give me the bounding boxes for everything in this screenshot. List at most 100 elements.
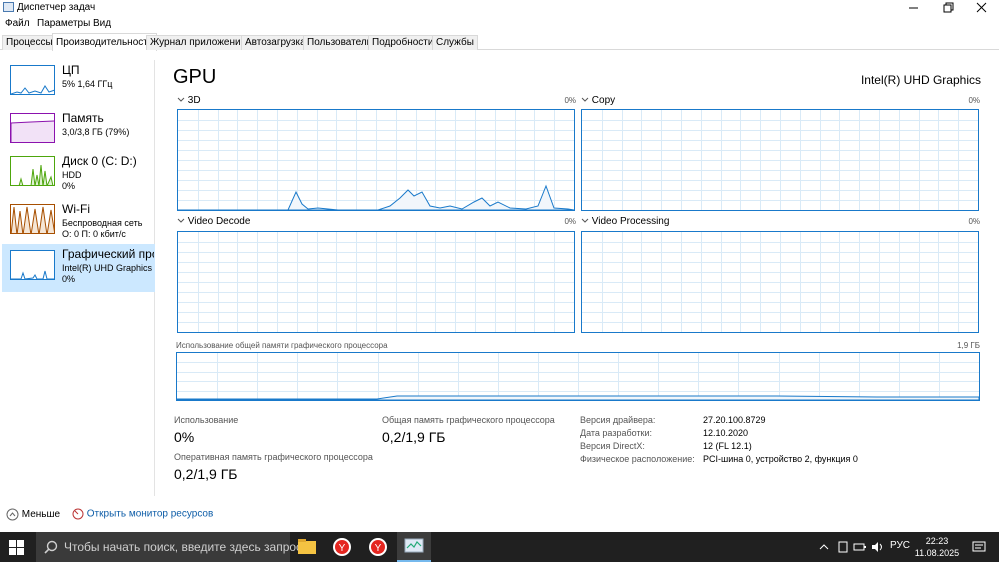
shared-memory-label: Общая память графического процессора bbox=[382, 415, 555, 425]
minimize-icon bbox=[909, 7, 918, 9]
gpu-model-label: Intel(R) UHD Graphics bbox=[62, 263, 153, 273]
tray-show-hidden-icons[interactable] bbox=[818, 540, 830, 558]
physical-location-label: Физическое расположение: bbox=[580, 454, 695, 464]
wifi-name: Wi-Fi bbox=[62, 202, 90, 216]
window-title: Диспетчер задач bbox=[17, 2, 96, 13]
physical-location-value: PCI-шина 0, устройство 2, функция 0 bbox=[703, 454, 858, 464]
engine-copy-label[interactable]: Copy bbox=[581, 95, 615, 106]
memory-name: Память bbox=[62, 111, 104, 125]
driver-date-label: Дата разработки: bbox=[580, 428, 653, 438]
tab-app-history[interactable]: Журнал приложений bbox=[146, 35, 251, 50]
engine-video-processing-name: Video Processing bbox=[591, 216, 670, 227]
tray-language[interactable]: РУС bbox=[890, 540, 910, 551]
windows-logo-icon bbox=[9, 540, 24, 555]
memory-thumbnail-graph bbox=[10, 113, 55, 143]
engine-video-processing-label[interactable]: Video Processing bbox=[581, 216, 669, 227]
tray-clock[interactable]: 22:23 11.08.2025 bbox=[914, 535, 960, 559]
menu-file[interactable]: Файл bbox=[5, 18, 30, 29]
task-manager-icon bbox=[404, 538, 424, 553]
gpu-model: Intel(R) UHD Graphics bbox=[860, 73, 981, 87]
start-button[interactable] bbox=[9, 540, 24, 560]
dedicated-memory-value: 0,2/1,9 ГБ bbox=[174, 466, 238, 482]
driver-version-value: 27.20.100.8729 bbox=[703, 415, 766, 425]
sidebar-item-gpu[interactable]: Графический процессор 0 Intel(R) UHD Gra… bbox=[2, 244, 155, 292]
fewer-details-label: Меньше bbox=[21, 509, 61, 521]
wifi-thumbnail-graph bbox=[10, 204, 55, 234]
engine-3d-percent: 0% bbox=[564, 96, 576, 105]
disk-thumbnail-graph bbox=[10, 156, 55, 186]
shared-memory-graph bbox=[176, 352, 980, 401]
close-icon bbox=[976, 2, 987, 13]
sidebar-item-memory[interactable]: Память 3,0/3,8 ГБ (79%) bbox=[2, 108, 155, 156]
sidebar-item-cpu[interactable]: ЦП 5% 1,64 ГГц bbox=[2, 60, 155, 108]
chevron-down-icon bbox=[177, 219, 185, 224]
engine-video-decode-label[interactable]: Video Decode bbox=[177, 216, 250, 227]
task-manager-window: Диспетчер задач Файл Параметры Вид Проце… bbox=[0, 0, 999, 562]
tab-startup[interactable]: Автозагрузка bbox=[241, 35, 310, 50]
yandex-browser-icon: Y bbox=[333, 538, 351, 556]
clock-date: 11.08.2025 bbox=[914, 548, 960, 558]
chevron-down-icon bbox=[581, 219, 589, 224]
wifi-type: Беспроводная сеть bbox=[62, 218, 143, 228]
engine-video-decode-name: Video Decode bbox=[187, 216, 251, 227]
menu-view[interactable]: Вид bbox=[93, 18, 111, 29]
taskbar-yandex-browser[interactable]: Y bbox=[325, 532, 359, 562]
cpu-name: ЦП bbox=[62, 63, 80, 77]
resource-monitor-link[interactable]: Открыть монитор ресурсов bbox=[72, 508, 213, 520]
driver-date-value: 12.10.2020 bbox=[703, 428, 749, 438]
fewer-details-button[interactable]: Меньше bbox=[6, 508, 60, 521]
chevron-down-icon bbox=[177, 98, 185, 103]
engine-3d-label[interactable]: 3D bbox=[177, 95, 201, 106]
directx-version-value: 12 (FL 12.1) bbox=[703, 441, 752, 451]
speaker-icon bbox=[872, 542, 882, 552]
tab-processes[interactable]: Процессы bbox=[2, 35, 57, 50]
engine-video-processing-percent: 0% bbox=[968, 217, 980, 226]
page-title: GPU bbox=[173, 66, 217, 88]
restore-icon bbox=[943, 2, 954, 13]
resource-monitor-icon bbox=[72, 508, 84, 520]
search-icon bbox=[44, 540, 58, 554]
tab-users[interactable]: Пользователи bbox=[303, 35, 377, 50]
chevron-up-icon bbox=[819, 544, 829, 550]
usage-value: 0% bbox=[174, 429, 195, 445]
tab-details[interactable]: Подробности bbox=[368, 35, 438, 50]
sidebar-item-wifi[interactable]: Wi-Fi Беспроводная сеть О: 0 П: 0 кбит/с bbox=[2, 199, 155, 247]
bottom-bar: Меньше Открыть монитор ресурсов bbox=[0, 504, 999, 526]
engine-copy-plot bbox=[582, 110, 978, 210]
engine-copy-name: Copy bbox=[591, 95, 616, 106]
gpu-thumbnail-graph bbox=[10, 250, 55, 280]
sidebar-item-disk[interactable]: Диск 0 (C: D:) HDD 0% bbox=[2, 151, 155, 199]
taskbar-file-explorer[interactable] bbox=[290, 532, 324, 562]
tab-performance[interactable]: Производительность bbox=[52, 33, 158, 51]
taskbar-yandex-browser-2[interactable]: Y bbox=[361, 532, 395, 562]
memory-usage: 3,0/3,8 ГБ (79%) bbox=[62, 127, 130, 137]
tray-notifications[interactable] bbox=[972, 540, 986, 559]
taskbar-task-manager[interactable] bbox=[397, 532, 431, 562]
tray-tablet-icon[interactable] bbox=[837, 540, 849, 558]
engine-video-processing-graph bbox=[581, 231, 979, 333]
performance-sidebar: ЦП 5% 1,64 ГГц Память 3,0/3,8 ГБ (79%) Д… bbox=[0, 60, 155, 496]
cpu-thumbnail-graph bbox=[10, 65, 55, 95]
menu-options[interactable]: Параметры bbox=[37, 18, 90, 29]
battery-icon bbox=[853, 543, 866, 551]
taskbar-search-box[interactable]: Чтобы начать поиск, введите здесь запрос bbox=[36, 532, 302, 562]
restore-button[interactable] bbox=[931, 0, 965, 16]
close-button[interactable] bbox=[965, 0, 999, 16]
chevron-up-circle-icon bbox=[6, 508, 19, 521]
shared-memory-plot bbox=[176, 353, 980, 401]
tray-volume-icon[interactable] bbox=[871, 540, 885, 558]
tab-services[interactable]: Службы bbox=[432, 35, 478, 50]
resource-monitor-label: Открыть монитор ресурсов bbox=[86, 508, 214, 520]
usage-label: Использование bbox=[174, 415, 239, 425]
clock-time: 22:23 bbox=[925, 536, 949, 546]
engine-3d-name: 3D bbox=[187, 95, 201, 106]
engine-copy-graph bbox=[581, 109, 979, 211]
task-manager-icon bbox=[3, 2, 14, 12]
yandex-browser-icon: Y bbox=[369, 538, 387, 556]
disk-usage: 0% bbox=[62, 181, 76, 191]
menu-bar: Файл Параметры Вид bbox=[0, 16, 999, 32]
minimize-button[interactable] bbox=[897, 0, 931, 16]
disk-name: Диск 0 (C: D:) bbox=[62, 154, 137, 168]
engine-copy-percent: 0% bbox=[968, 96, 980, 105]
tray-battery-icon[interactable] bbox=[853, 540, 867, 558]
